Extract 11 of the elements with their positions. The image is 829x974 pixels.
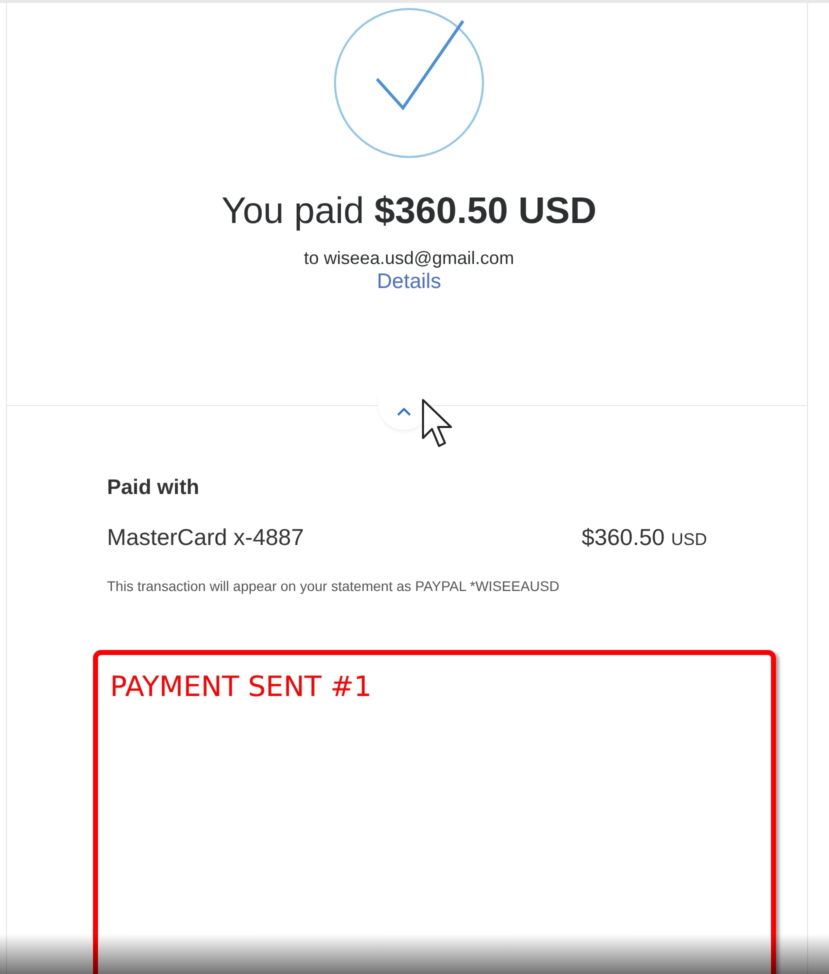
- annotation-label: PAYMENT SENT #1: [109, 669, 373, 704]
- section-heading: Paid with: [107, 475, 200, 501]
- card-name: MasterCard x-4887: [107, 523, 304, 552]
- payment-headline: You paid $360.50 USD: [221, 189, 597, 233]
- mouse-pointer-icon: [421, 398, 455, 450]
- details-link[interactable]: Details: [376, 269, 442, 295]
- statement-note: This transaction will appear on your statement as PAYPAL *WISEEAUSD: [107, 577, 560, 595]
- checkmark-circle-icon: [332, 6, 486, 160]
- paid-amount: $360.50 USD: [582, 523, 707, 552]
- recipient-email: to wiseea.usd@gmail.com: [304, 247, 514, 269]
- caret-icon: [397, 408, 411, 416]
